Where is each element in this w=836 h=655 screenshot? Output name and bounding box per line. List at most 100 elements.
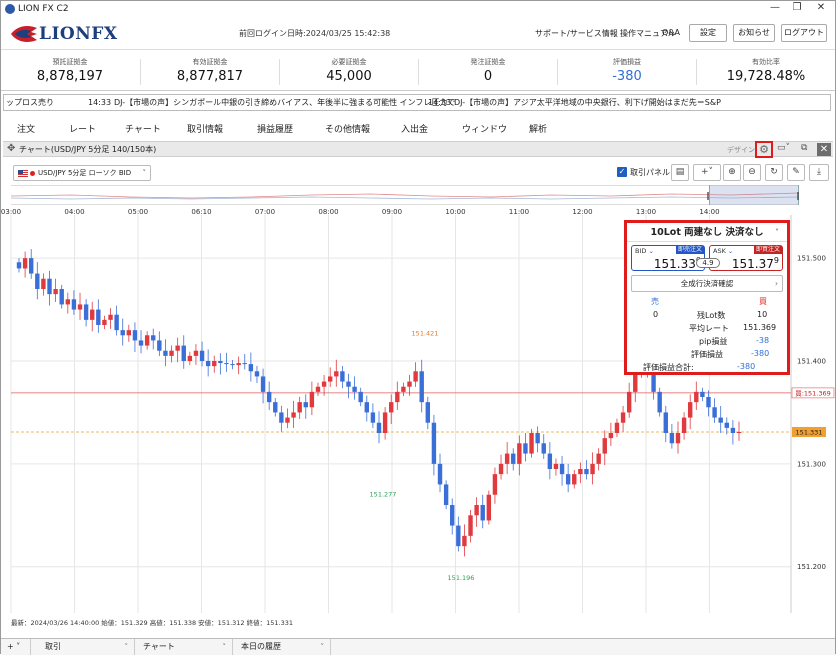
draw-icon[interactable]: ✎ <box>787 164 805 181</box>
close-window-icon[interactable]: ✕ <box>811 2 831 13</box>
candle-body <box>657 391 662 413</box>
symbol-select[interactable]: USD/JPY 5分足 ローソク BID ˅ <box>13 165 151 181</box>
tab-trade[interactable]: 取引 ˅ <box>39 639 135 655</box>
settle-all-label: 全成行決済確認 <box>680 279 734 288</box>
candle-body <box>584 469 589 475</box>
candle-body <box>450 505 455 526</box>
row-label: 平均レート <box>689 324 729 333</box>
x-tick-label: 11:00 <box>509 208 529 216</box>
minimize-icon[interactable]: — <box>765 2 785 13</box>
popout-icon[interactable]: ⧉ <box>801 143 807 153</box>
notice-button[interactable]: お知らせ <box>733 24 775 42</box>
tab-chart[interactable]: チャート ˅ <box>137 639 233 655</box>
candle-body <box>224 363 229 365</box>
summary-order-margin: 発注証拠金 0 <box>419 51 557 91</box>
candle-body <box>565 474 571 485</box>
candle-body <box>602 438 607 454</box>
price-annotation: 151.421 <box>412 329 439 337</box>
summary-value: 8,877,817 <box>176 69 244 84</box>
x-tick-label: 07:00 <box>255 208 275 216</box>
candle-body <box>346 381 351 387</box>
zoom-in-icon[interactable]: ⊕ <box>723 164 741 181</box>
menu-order[interactable]: 注文 <box>17 122 35 135</box>
ticker-time: 14:33 <box>88 98 112 107</box>
menu-other-info[interactable]: その他情報 <box>325 122 370 135</box>
qa-link[interactable]: Q&A <box>662 28 680 37</box>
summary-label: 発注証拠金 <box>470 58 506 66</box>
zoom-out-icon[interactable]: ⊖ <box>743 164 761 181</box>
row-label: 残Lot数 <box>697 311 726 320</box>
candle-body <box>553 463 559 469</box>
ticker-headline[interactable]: DJ-【市場の声】アジア太平洋地域の中央銀行、利下げ開始はまだ先＝S&P <box>454 95 721 110</box>
candle-body <box>187 355 193 361</box>
x-tick-label: 13:00 <box>636 208 656 216</box>
menu-chart[interactable]: チャート <box>125 122 161 135</box>
add-tab-button[interactable]: + ˅ <box>1 639 31 655</box>
settle-all-button[interactable]: 全成行決済確認 › <box>631 275 783 292</box>
candle-body <box>218 361 223 364</box>
x-tick-label: 06:10 <box>191 208 211 216</box>
mini-overview-chart[interactable] <box>10 185 800 205</box>
ask-buy-button[interactable]: ASK ⌄ 即買注文 151.379 <box>709 245 783 271</box>
gear-icon[interactable]: ⚙ <box>755 141 773 158</box>
chart-settings-icon[interactable]: ▤ <box>671 164 689 181</box>
menu-deposit[interactable]: 入出金 <box>401 122 428 135</box>
range-handle-left[interactable]: ‖ <box>706 191 710 200</box>
account-summary: 預託証拠金 8,878,197 有効証拠金 8,877,817 必要証拠金 45… <box>1 51 835 91</box>
mini-range-selector[interactable] <box>709 185 799 205</box>
maximize-icon[interactable]: ❐ <box>787 2 807 13</box>
buy-column-header: 買 <box>759 297 767 306</box>
logout-button[interactable]: ログアウト <box>781 24 827 42</box>
bid-sell-button[interactable]: BID ⌄ 即売注文 151.330 <box>631 245 705 271</box>
ticker-time: 14:33 <box>428 98 452 107</box>
move-icon[interactable]: ✥ <box>7 143 15 154</box>
close-panel-icon[interactable]: ✕ <box>817 143 831 156</box>
candle-body <box>419 371 424 403</box>
design-label[interactable]: デザイン <box>727 145 755 155</box>
candle-body <box>547 453 553 469</box>
trade-panel-checkbox[interactable]: ✓ <box>617 167 627 177</box>
summary-value: 19,728.48% <box>726 69 806 84</box>
candle-body <box>492 474 498 495</box>
menu-pl-history[interactable]: 損益履歴 <box>257 122 293 135</box>
candle-body <box>236 363 241 366</box>
settings-button[interactable]: 設定 <box>689 24 727 42</box>
menu-window[interactable]: ウィンドウ <box>462 122 507 135</box>
candle-body <box>352 386 357 392</box>
candle-body <box>29 258 34 274</box>
trade-panel-header[interactable]: 10Lot 両建なし 決済なし ˅ <box>627 223 787 242</box>
candle-body <box>675 433 681 444</box>
candle-body <box>41 278 46 289</box>
candle-body <box>254 371 260 377</box>
tab-today-history[interactable]: 本日の履歴 ˅ <box>235 639 331 655</box>
summary-margin-ratio: 有効比率 19,728.48% <box>697 51 835 91</box>
candle-body <box>443 484 449 505</box>
candle-body <box>102 319 107 325</box>
candle-body <box>230 364 235 366</box>
capture-icon[interactable]: ⤓ <box>809 164 829 181</box>
title-bar: LION FX C2 — ❐ ✕ <box>1 1 835 18</box>
candle-body <box>486 494 492 521</box>
crosshair-icon[interactable]: +˅ <box>693 164 721 181</box>
candle-body <box>456 525 461 547</box>
trade-panel-header-label: 10Lot 両建なし 決済なし <box>650 227 764 238</box>
menu-rate[interactable]: レート <box>69 122 96 135</box>
support-link[interactable]: サポート/サービス情報 <box>535 28 618 39</box>
news-ticker[interactable]: ップロス売り 14:33 DJ-【市場の声】シンガポール中銀の引き締めバイアス、… <box>3 94 831 111</box>
candle-body <box>504 453 510 464</box>
candle-body <box>730 427 736 433</box>
menu-analysis[interactable]: 解析 <box>529 122 547 135</box>
ticker-headline[interactable]: DJ-【市場の声】シンガポール中銀の引き締めバイアス、年後半に強まる可能性 イン… <box>114 95 455 110</box>
row-label: pip損益 <box>699 337 728 346</box>
menu-trade-info[interactable]: 取引情報 <box>187 122 223 135</box>
chart-panel-title: チャート(USD/JPY 5分足 140/150本) <box>19 145 157 154</box>
range-handle-right[interactable]: ‖ <box>796 191 800 200</box>
candle-body <box>511 453 516 464</box>
refresh-icon[interactable]: ↻ <box>765 164 783 181</box>
candle-body <box>279 412 284 423</box>
bid-price: 151.330 <box>653 256 701 271</box>
us-flag-icon <box>18 169 28 177</box>
layout-icon[interactable]: ▭˅ <box>777 143 790 153</box>
candle-body <box>138 340 144 346</box>
candle-body <box>205 361 211 367</box>
